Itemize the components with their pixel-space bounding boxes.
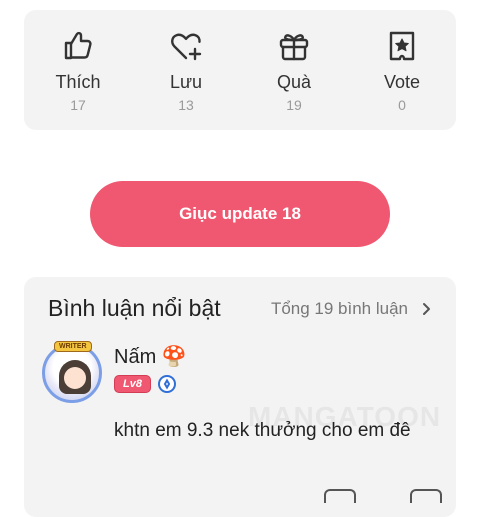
thumbs-up-icon bbox=[64, 31, 92, 60]
like-count: 17 bbox=[70, 97, 86, 113]
vote-label: Vote bbox=[383, 72, 421, 92]
reply-icon[interactable] bbox=[324, 489, 356, 503]
like-comment-icon[interactable] bbox=[410, 489, 442, 503]
comment-user-name[interactable]: Nấm 🍄 bbox=[114, 344, 187, 369]
comment-avatar[interactable]: WRITER bbox=[42, 341, 108, 409]
chevron-right-icon[interactable] bbox=[422, 302, 432, 316]
comments-total[interactable]: Tổng 19 bình luận bbox=[271, 299, 408, 319]
vote-count: 0 bbox=[398, 97, 406, 113]
user-badges: Lv8 bbox=[114, 374, 177, 394]
request-update-button[interactable]: Giục update 18 bbox=[90, 181, 390, 247]
avatar-face bbox=[64, 367, 86, 389]
avatar-image bbox=[42, 343, 102, 403]
gift-icon bbox=[279, 34, 309, 61]
comment-actions bbox=[324, 489, 442, 503]
comments-title: Bình luận nổi bật bbox=[48, 295, 221, 321]
comment-text: khtn em 9.3 nek thưởng cho em đê bbox=[114, 420, 411, 441]
like-action[interactable]: Thích 17 bbox=[24, 10, 132, 130]
save-action[interactable]: Lưu 13 bbox=[132, 10, 240, 130]
save-count: 13 bbox=[178, 97, 194, 113]
gift-count: 19 bbox=[286, 97, 302, 113]
comments-header[interactable]: Bình luận nổi bật Tổng 19 bình luận bbox=[48, 295, 432, 322]
gift-action[interactable]: Quà 19 bbox=[240, 10, 348, 130]
vote-ticket-icon bbox=[389, 31, 415, 61]
verified-badge-icon bbox=[157, 375, 176, 393]
gift-label: Quà bbox=[276, 72, 312, 92]
featured-comments-card: Bình luận nổi bật Tổng 19 bình luận MANG… bbox=[24, 277, 456, 517]
like-label: Thích bbox=[55, 72, 101, 92]
heart-plus-icon bbox=[171, 33, 202, 61]
action-bar: Thích 17 Lưu 13 Quà 19 Vote 0 bbox=[24, 10, 456, 130]
vote-action[interactable]: Vote 0 bbox=[348, 10, 456, 130]
writer-badge: WRITER bbox=[54, 341, 92, 352]
save-label: Lưu bbox=[169, 72, 203, 92]
level-badge: Lv8 bbox=[114, 375, 151, 393]
